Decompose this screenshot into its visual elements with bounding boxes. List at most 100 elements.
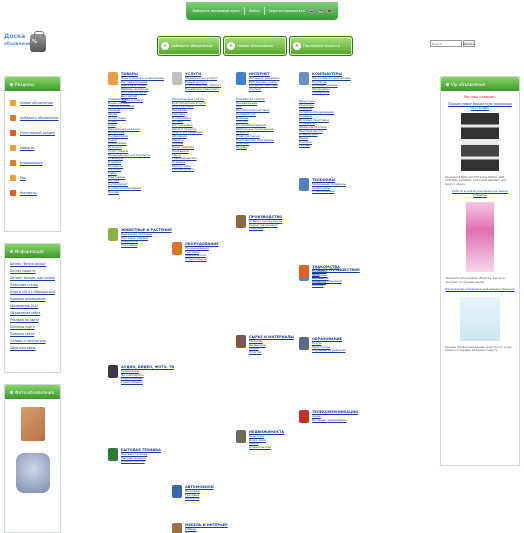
section-item-contacts[interactable]: Контакты <box>5 185 60 200</box>
category-icon[interactable] <box>108 228 118 241</box>
bullet-icon <box>446 82 449 86</box>
info-link[interactable]: Бизнес! Беседа, иди проверь <box>10 275 55 282</box>
promo-poster-image[interactable] <box>466 202 494 273</box>
info-link[interactable]: Обратная связь <box>10 345 55 352</box>
nav-divider <box>244 7 246 15</box>
category-icon[interactable] <box>236 335 246 348</box>
section-link[interactable]: Новые объявления <box>20 101 53 105</box>
category-link[interactable]: Прочее <box>108 190 150 195</box>
login-link[interactable]: Войти <box>249 9 260 13</box>
info-header: Информация <box>5 244 60 258</box>
category-icon[interactable] <box>299 410 309 423</box>
info-link[interactable]: Куда в 2014 г. обращаться? <box>10 289 55 296</box>
vip-ad3-desc: Лучшие профессиональные средства по уход… <box>445 344 513 353</box>
subcategory-link[interactable]: Общение <box>312 280 328 285</box>
add-ad-button[interactable]: + Добавить объявление <box>157 36 221 56</box>
subcategory-link[interactable]: Аудиотехника <box>121 380 144 385</box>
flag-ru-icon[interactable] <box>308 9 314 13</box>
section-item-news[interactable]: Новости <box>5 140 60 155</box>
subcategory-link[interactable]: Запчасти <box>185 497 200 501</box>
category-link[interactable]: Прочее <box>236 145 274 150</box>
info-link[interactable]: Отзывы и посетители <box>10 338 55 345</box>
category-icon[interactable] <box>108 72 118 85</box>
info-link[interactable]: Объявления сайта <box>10 310 55 317</box>
info-link[interactable]: Бизнес "Вечно молод" <box>10 261 55 268</box>
section-item-new[interactable]: Новые объявления <box>5 95 60 110</box>
section-link[interactable]: Популярный раздел <box>20 131 55 135</box>
category-icon[interactable] <box>299 72 309 85</box>
category-icon[interactable] <box>236 430 246 443</box>
section-item-info[interactable]: Информация <box>5 155 60 170</box>
vip-ad2-link[interactable]: Работа в новой компании на рынке Украины <box>441 188 519 199</box>
category-links: Промышленное Торговое Медицинское Строитель… <box>185 246 209 262</box>
category-icon[interactable] <box>299 178 309 191</box>
section-link[interactable]: Новости <box>20 146 34 150</box>
info-panel: Информация Бизнес "Вечно молод" Бизнес но… <box>4 243 61 373</box>
cosmetics-image[interactable] <box>460 296 500 341</box>
category-icon[interactable] <box>236 72 246 85</box>
flag-by-icon[interactable] <box>326 9 332 13</box>
info-icon <box>10 159 16 166</box>
subcategory-link[interactable]: Пластик <box>249 350 265 355</box>
info-link[interactable]: Баннеры сайта <box>10 324 55 331</box>
category-links: Интернет-магазины Веб-дизайн, сайты Интерн… <box>249 76 280 92</box>
site-logo[interactable]: Доска объявлений % <box>4 30 50 60</box>
category-icon[interactable] <box>172 485 182 498</box>
section-item-popular[interactable]: Популярный раздел <box>5 125 60 140</box>
info-link[interactable]: Правила сайта <box>10 331 55 338</box>
new-ads-icon <box>10 99 16 106</box>
subcategory-link[interactable]: Периферия <box>312 91 351 95</box>
nav-divider <box>263 7 265 15</box>
subcategory-link[interactable]: Обучение за рубежом <box>312 349 346 353</box>
section-link[interactable]: Информация <box>20 161 42 165</box>
category-link[interactable]: Прочие услуги <box>172 168 206 172</box>
subcategory-link[interactable]: Интернет-провайдеры <box>312 418 347 423</box>
info-link[interactable]: Бизнес новости <box>10 268 55 275</box>
shopping-bag-icon: % <box>30 31 46 52</box>
category-icon[interactable] <box>172 523 182 533</box>
info-link[interactable]: объявлений 2015 <box>10 303 55 310</box>
section-item-add[interactable]: Добавить объявление <box>5 110 60 125</box>
category-links: Курсы Репетиторы Обучение за рубежом <box>312 341 346 353</box>
info-link[interactable]: Правила размещения <box>10 296 55 303</box>
section-link[interactable]: Контакты <box>20 191 37 195</box>
category-icon[interactable] <box>299 337 309 350</box>
section-link[interactable]: Добавить объявление <box>20 116 58 120</box>
section-link[interactable]: Faq <box>20 176 26 180</box>
subcategory-link[interactable]: Строительное <box>185 257 209 262</box>
subcategory-link[interactable]: Стационарные <box>312 190 346 194</box>
subcategory-link[interactable]: Хостинг <box>249 87 280 92</box>
flag-ua-icon[interactable] <box>317 9 323 13</box>
info-link[interactable]: Полезные статьи <box>10 282 55 289</box>
section-item-faq[interactable]: Faq <box>5 170 60 185</box>
subcategory-link[interactable]: Зоотовары <box>121 243 152 248</box>
info-link[interactable]: Реклама на сайте <box>10 317 55 324</box>
subcategory-link[interactable]: Климатическая <box>121 460 147 464</box>
subcategory-link[interactable]: Упаковка <box>249 227 282 231</box>
vip-ad3-link[interactable]: Бесплатная косметика для вашего бизнеса <box>441 286 519 294</box>
photo-ad-1[interactable] <box>20 407 45 441</box>
new-ads-button[interactable]: + Новые объявления <box>223 36 287 56</box>
category-icon[interactable] <box>172 242 182 255</box>
category-links: Домашние питомцы Растения, семена Аквариум… <box>121 232 152 248</box>
category-icon[interactable] <box>108 448 118 461</box>
register-link[interactable]: Зарегистрироваться <box>269 9 305 13</box>
latest-news-button[interactable]: + Последние новости <box>289 36 353 56</box>
top-nav-select[interactable]: Выберите желаемый пункт <box>192 9 240 13</box>
photo-ad-2[interactable] <box>15 453 50 493</box>
category-icon[interactable] <box>108 365 118 378</box>
search-input[interactable]: Поиск <box>430 40 462 47</box>
category-icon[interactable] <box>299 265 309 278</box>
subcategory-link[interactable]: Коммерческая <box>249 445 271 450</box>
search-button[interactable]: Искать <box>463 40 475 47</box>
category-links: Телевизоры Фотоаппараты Видеокамеры Аудиоте… <box>121 369 144 385</box>
category-icon[interactable] <box>236 215 246 228</box>
search-box: Поиск Искать <box>430 40 480 48</box>
category-link[interactable]: Прочее <box>299 144 334 148</box>
category-links: Мебель Декор <box>185 527 196 533</box>
category-icon[interactable] <box>172 72 182 85</box>
add-icon <box>10 114 16 121</box>
subcategory-link[interactable]: Перевозки, транспорт <box>185 87 221 92</box>
server-rack-image[interactable] <box>461 113 499 171</box>
vip-ad1-title[interactable]: Продам новые бюджетную хранилища SECOS-N… <box>445 102 515 110</box>
